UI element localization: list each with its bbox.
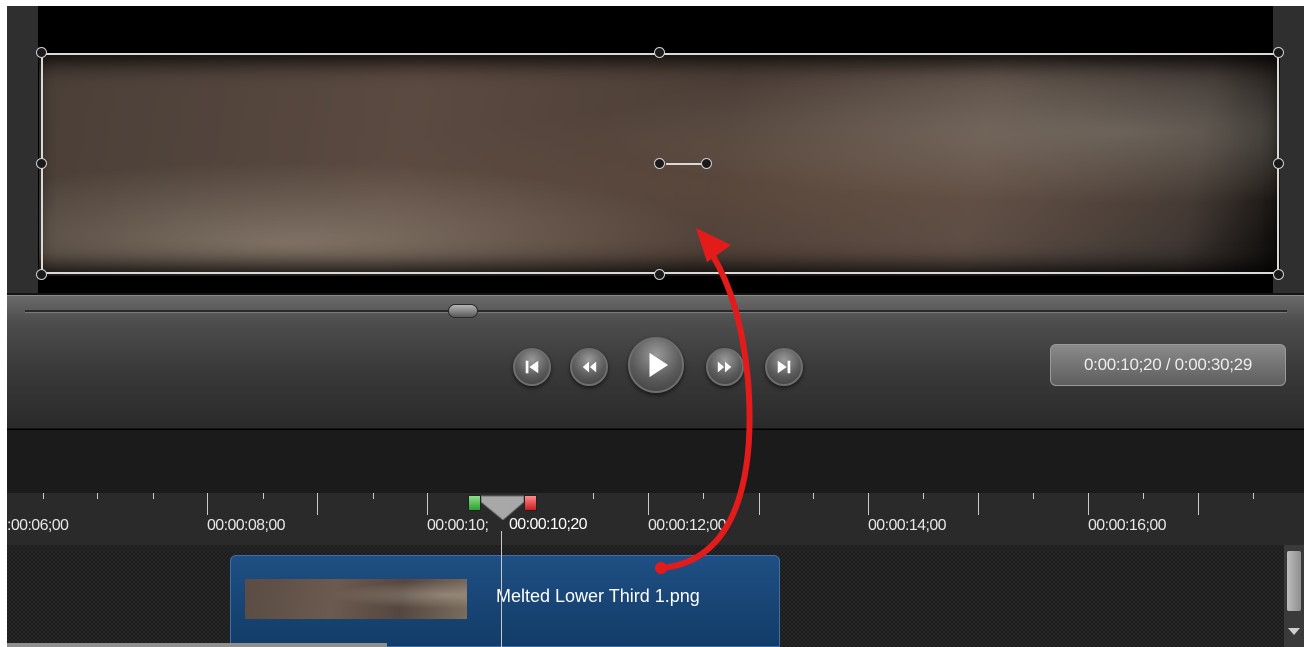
resize-handle-top[interactable] xyxy=(654,47,665,58)
ruler-tick xyxy=(317,493,318,515)
resize-handle-top-left[interactable] xyxy=(36,47,47,58)
resize-handle-bottom-right[interactable] xyxy=(1273,269,1284,280)
skip-to-end-button[interactable] xyxy=(765,348,803,386)
timeline-toolbar xyxy=(7,429,1304,494)
rotate-handle[interactable] xyxy=(701,158,712,169)
move-handle-center[interactable] xyxy=(654,158,665,169)
fast-forward-button[interactable] xyxy=(706,348,744,386)
ruler-tick xyxy=(97,493,98,499)
clip-name: Melted Lower Third 1.png xyxy=(496,586,700,606)
fast-forward-icon xyxy=(717,361,732,373)
ruler-tick xyxy=(813,493,814,499)
ruler-label: 00:00:16;00 xyxy=(1088,517,1167,534)
playhead-line xyxy=(501,531,502,647)
ruler-tick xyxy=(1253,493,1254,499)
canvas-margin-left xyxy=(7,6,38,293)
ruler-tick xyxy=(759,493,760,515)
vertical-scrollbar[interactable] xyxy=(1284,545,1304,647)
ruler-tick xyxy=(427,493,428,515)
ruler-tick xyxy=(868,493,869,515)
ruler-tick xyxy=(648,493,649,515)
in-point-marker[interactable] xyxy=(468,495,481,511)
skip-to-start-button[interactable] xyxy=(513,348,551,386)
ruler-tick xyxy=(923,493,924,499)
ruler-tick xyxy=(1033,493,1034,499)
rewind-button[interactable] xyxy=(570,348,608,386)
out-point-marker[interactable] xyxy=(524,495,537,511)
resize-handle-bottom-left[interactable] xyxy=(36,269,47,280)
time-display: 0:00:10;20 / 0:00:30;29 xyxy=(1050,344,1286,386)
ruler-tick xyxy=(593,493,594,499)
ruler-label: 00:00:12;00 xyxy=(648,517,727,534)
horizontal-scrollbar[interactable] xyxy=(7,643,387,647)
ruler-tick xyxy=(43,493,44,499)
rotate-handle-line xyxy=(666,163,705,165)
play-button[interactable] xyxy=(628,337,684,393)
ruler-tick xyxy=(263,493,264,499)
ruler-tick xyxy=(373,493,374,499)
ruler-tick xyxy=(1198,493,1199,515)
scrub-bar[interactable] xyxy=(25,310,1287,313)
scrub-thumb[interactable] xyxy=(448,304,478,318)
timeline-ruler[interactable]: :00:06;00 00:00:08;00 00:00:10; 00:00:12… xyxy=(7,493,1304,545)
play-icon xyxy=(649,352,669,378)
ruler-tick xyxy=(1143,493,1144,499)
resize-handle-top-right[interactable] xyxy=(1273,47,1284,58)
ruler-tick xyxy=(153,493,154,499)
skip-to-end-icon xyxy=(777,360,791,374)
clip-thumbnail xyxy=(245,579,467,619)
ruler-tick xyxy=(1088,493,1089,515)
ruler-tick xyxy=(207,493,208,515)
media-clip[interactable]: Melted Lower Third 1.png xyxy=(230,555,780,647)
playhead-time-label: 00:00:10;20 xyxy=(509,516,588,534)
scrollbar-thumb[interactable] xyxy=(1287,551,1301,611)
editor-window: 0:00:10;20 / 0:00:30;29 :00:06;00 00:00:… xyxy=(7,6,1304,647)
ruler-label: 00:00:10; xyxy=(427,517,489,534)
skip-to-start-icon xyxy=(525,360,539,374)
ruler-label: :00:06;00 xyxy=(7,517,69,534)
rewind-icon xyxy=(582,361,597,373)
playback-controls: 0:00:10;20 / 0:00:30;29 xyxy=(7,295,1304,428)
ruler-tick xyxy=(703,493,704,499)
ruler-label: 00:00:14;00 xyxy=(868,517,947,534)
preview-canvas[interactable] xyxy=(7,6,1304,293)
resize-handle-left[interactable] xyxy=(36,158,47,169)
resize-handle-bottom[interactable] xyxy=(654,269,665,280)
ruler-tick xyxy=(978,493,979,515)
scroll-down-arrow-icon[interactable] xyxy=(1288,628,1300,635)
resize-handle-right[interactable] xyxy=(1273,158,1284,169)
ruler-label: 00:00:08;00 xyxy=(207,517,286,534)
timeline-track[interactable]: Melted Lower Third 1.png xyxy=(7,545,1304,647)
